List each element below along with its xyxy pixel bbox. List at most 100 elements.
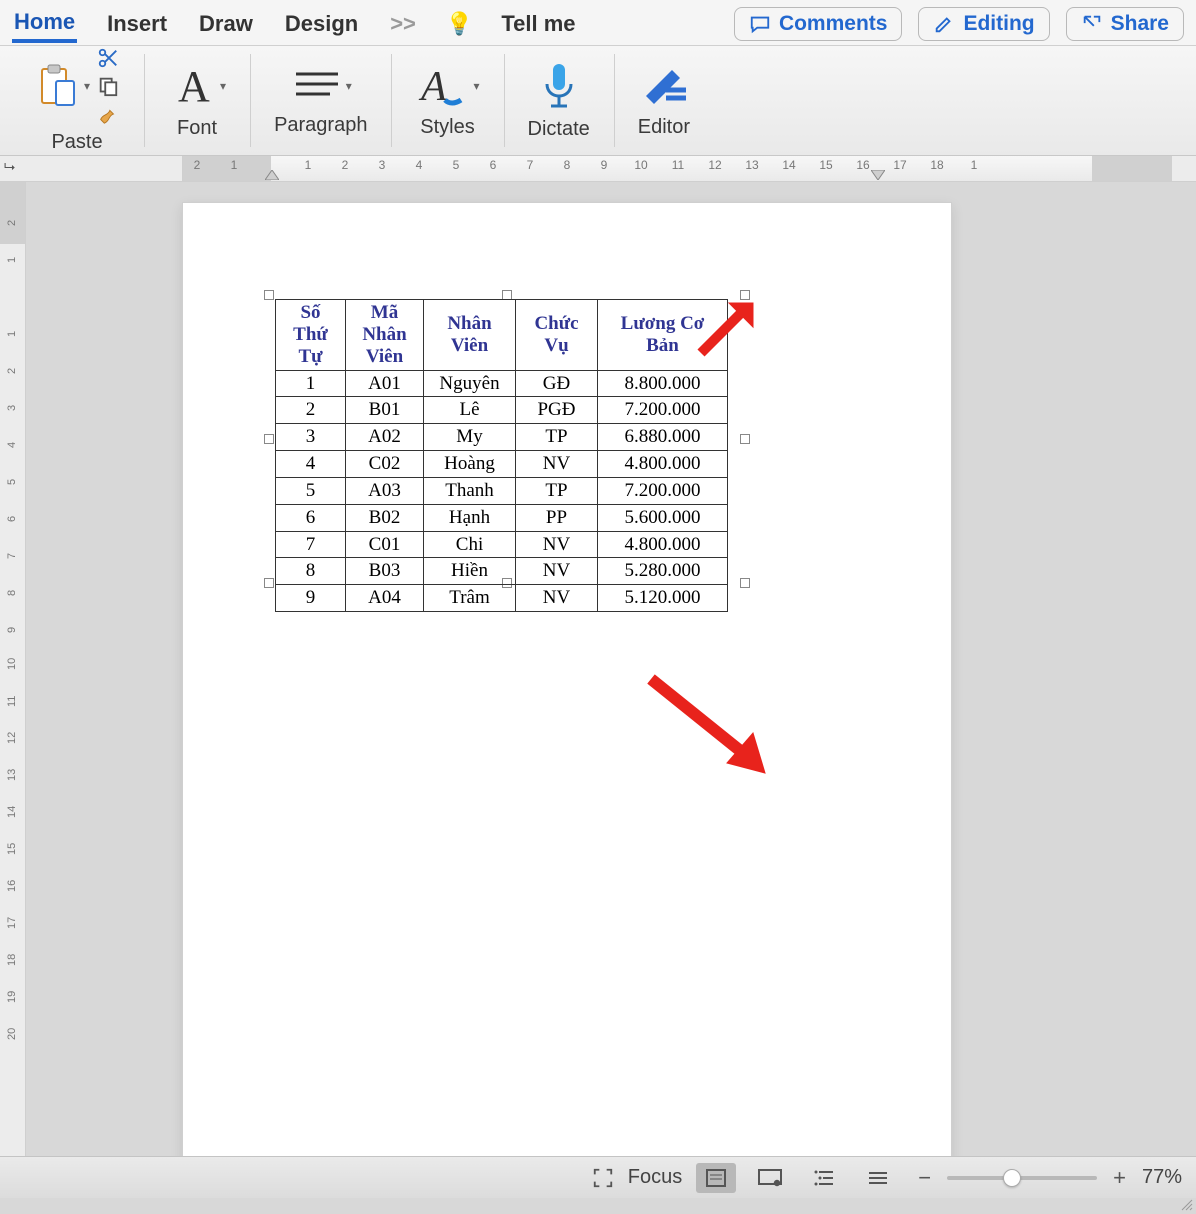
zoom-slider-thumb[interactable] <box>1003 1169 1021 1187</box>
table-cell[interactable]: Hiền <box>424 558 516 585</box>
employee-table[interactable]: Số Thứ Tự Mã Nhân Viên Nhân Viên Chức Vụ… <box>275 299 728 612</box>
table-cell[interactable]: A01 <box>346 370 424 397</box>
indent-marker-first[interactable] <box>265 170 279 180</box>
editor-button[interactable] <box>638 62 690 110</box>
table-cell[interactable]: B01 <box>346 397 424 424</box>
zoom-value[interactable]: 77% <box>1142 1166 1182 1189</box>
cut-button[interactable] <box>97 47 119 69</box>
table-cell[interactable]: 7.200.000 <box>598 477 728 504</box>
table-cell[interactable]: NV <box>516 585 598 612</box>
view-print-layout[interactable] <box>696 1163 736 1193</box>
th-ma-nv[interactable]: Mã Nhân Viên <box>346 300 424 371</box>
table-cell[interactable]: 3 <box>276 424 346 451</box>
view-draft[interactable] <box>858 1163 898 1193</box>
table-cell[interactable]: B03 <box>346 558 424 585</box>
table-cell[interactable]: C02 <box>346 451 424 478</box>
tab-stop-selector[interactable]: ⮡ <box>4 158 20 174</box>
table-row[interactable]: 5A03ThanhTP7.200.000 <box>276 477 728 504</box>
focus-mode-button[interactable] <box>592 1167 614 1189</box>
styles-gallery-button[interactable]: A ▾ <box>415 62 479 110</box>
table-cell[interactable]: 4 <box>276 451 346 478</box>
table-cell[interactable]: 1 <box>276 370 346 397</box>
window-resize-corner[interactable] <box>1180 1198 1194 1212</box>
table-cell[interactable]: TP <box>516 477 598 504</box>
table-cell[interactable]: NV <box>516 451 598 478</box>
table-row[interactable]: 4C02HoàngNV4.800.000 <box>276 451 728 478</box>
table-cell[interactable]: Chi <box>424 531 516 558</box>
zoom-out-button[interactable]: − <box>912 1165 937 1191</box>
tab-design[interactable]: Design <box>283 7 360 41</box>
table-cell[interactable]: 6.880.000 <box>598 424 728 451</box>
table-cell[interactable]: PGĐ <box>516 397 598 424</box>
horizontal-ruler[interactable]: 211234567891011121314151617181 <box>182 156 1172 181</box>
table-cell[interactable]: Thanh <box>424 477 516 504</box>
document-page[interactable]: Số Thứ Tự Mã Nhân Viên Nhân Viên Chức Vụ… <box>182 202 952 1170</box>
table-cell[interactable]: 5 <box>276 477 346 504</box>
table-cell[interactable]: 4.800.000 <box>598 451 728 478</box>
table-cell[interactable]: 5.120.000 <box>598 585 728 612</box>
font-dialog-button[interactable]: A ▾ <box>168 61 226 111</box>
table-cell[interactable]: 6 <box>276 504 346 531</box>
zoom-in-button[interactable]: + <box>1107 1165 1132 1191</box>
resize-handle-br[interactable] <box>740 578 750 588</box>
table-cell[interactable]: A02 <box>346 424 424 451</box>
zoom-slider[interactable] <box>947 1176 1097 1180</box>
table-row[interactable]: 9A04TrâmNV5.120.000 <box>276 585 728 612</box>
table-cell[interactable]: C01 <box>346 531 424 558</box>
table-cell[interactable]: 5.600.000 <box>598 504 728 531</box>
table-cell[interactable]: 7.200.000 <box>598 397 728 424</box>
table-row[interactable]: 7C01ChiNV4.800.000 <box>276 531 728 558</box>
vertical-ruler[interactable]: 211234567891011121314151617181920 <box>0 182 26 1170</box>
table-cell[interactable]: My <box>424 424 516 451</box>
tab-draw[interactable]: Draw <box>197 7 255 41</box>
table-cell[interactable]: NV <box>516 531 598 558</box>
table-cell[interactable]: Hoàng <box>424 451 516 478</box>
table-cell[interactable]: 4.800.000 <box>598 531 728 558</box>
table-row[interactable]: 2B01LêPGĐ7.200.000 <box>276 397 728 424</box>
th-stt[interactable]: Số Thứ Tự <box>276 300 346 371</box>
paste-button[interactable]: ▾ <box>34 61 90 111</box>
paragraph-dialog-button[interactable]: ▾ <box>290 64 352 108</box>
table-row[interactable]: 6B02HạnhPP5.600.000 <box>276 504 728 531</box>
table-cell[interactable]: NV <box>516 558 598 585</box>
copy-button[interactable] <box>97 75 119 97</box>
tabs-overflow[interactable]: >> <box>388 7 418 41</box>
table-cell[interactable]: Nguyên <box>424 370 516 397</box>
tab-home[interactable]: Home <box>12 5 77 43</box>
resize-handle-mr[interactable] <box>740 434 750 444</box>
view-web-layout[interactable] <box>750 1163 790 1193</box>
resize-handle-tl[interactable] <box>264 290 274 300</box>
table-cell[interactable]: TP <box>516 424 598 451</box>
table-cell[interactable]: PP <box>516 504 598 531</box>
resize-handle-bl[interactable] <box>264 578 274 588</box>
table-cell[interactable]: Hạnh <box>424 504 516 531</box>
table-cell[interactable]: B02 <box>346 504 424 531</box>
resize-handle-ml[interactable] <box>264 434 274 444</box>
table-cell[interactable]: Lê <box>424 397 516 424</box>
table-cell[interactable]: 8 <box>276 558 346 585</box>
table-cell[interactable]: 5.280.000 <box>598 558 728 585</box>
table-cell[interactable]: A03 <box>346 477 424 504</box>
table-cell[interactable]: Trâm <box>424 585 516 612</box>
table-row[interactable]: 1A01NguyênGĐ8.800.000 <box>276 370 728 397</box>
view-outline[interactable] <box>804 1163 844 1193</box>
editing-mode-button[interactable]: Editing <box>918 7 1049 41</box>
table-row[interactable]: 8B03HiềnNV5.280.000 <box>276 558 728 585</box>
th-nhan-vien[interactable]: Nhân Viên <box>424 300 516 371</box>
focus-label[interactable]: Focus <box>628 1166 682 1189</box>
format-painter-button[interactable] <box>96 103 120 125</box>
table-row[interactable]: 3A02MyTP6.880.000 <box>276 424 728 451</box>
tell-me-search[interactable]: Tell me <box>501 11 575 37</box>
indent-marker-right[interactable] <box>871 170 885 180</box>
dictate-button[interactable] <box>539 60 579 112</box>
table-cell[interactable]: 7 <box>276 531 346 558</box>
th-chuc-vu[interactable]: Chức Vụ <box>516 300 598 371</box>
table-cell[interactable]: GĐ <box>516 370 598 397</box>
comments-button[interactable]: Comments <box>734 7 903 41</box>
table-cell[interactable]: 8.800.000 <box>598 370 728 397</box>
tab-insert[interactable]: Insert <box>105 7 169 41</box>
share-button[interactable]: Share <box>1066 7 1184 41</box>
table-cell[interactable]: A04 <box>346 585 424 612</box>
table-cell[interactable]: 9 <box>276 585 346 612</box>
table-cell[interactable]: 2 <box>276 397 346 424</box>
